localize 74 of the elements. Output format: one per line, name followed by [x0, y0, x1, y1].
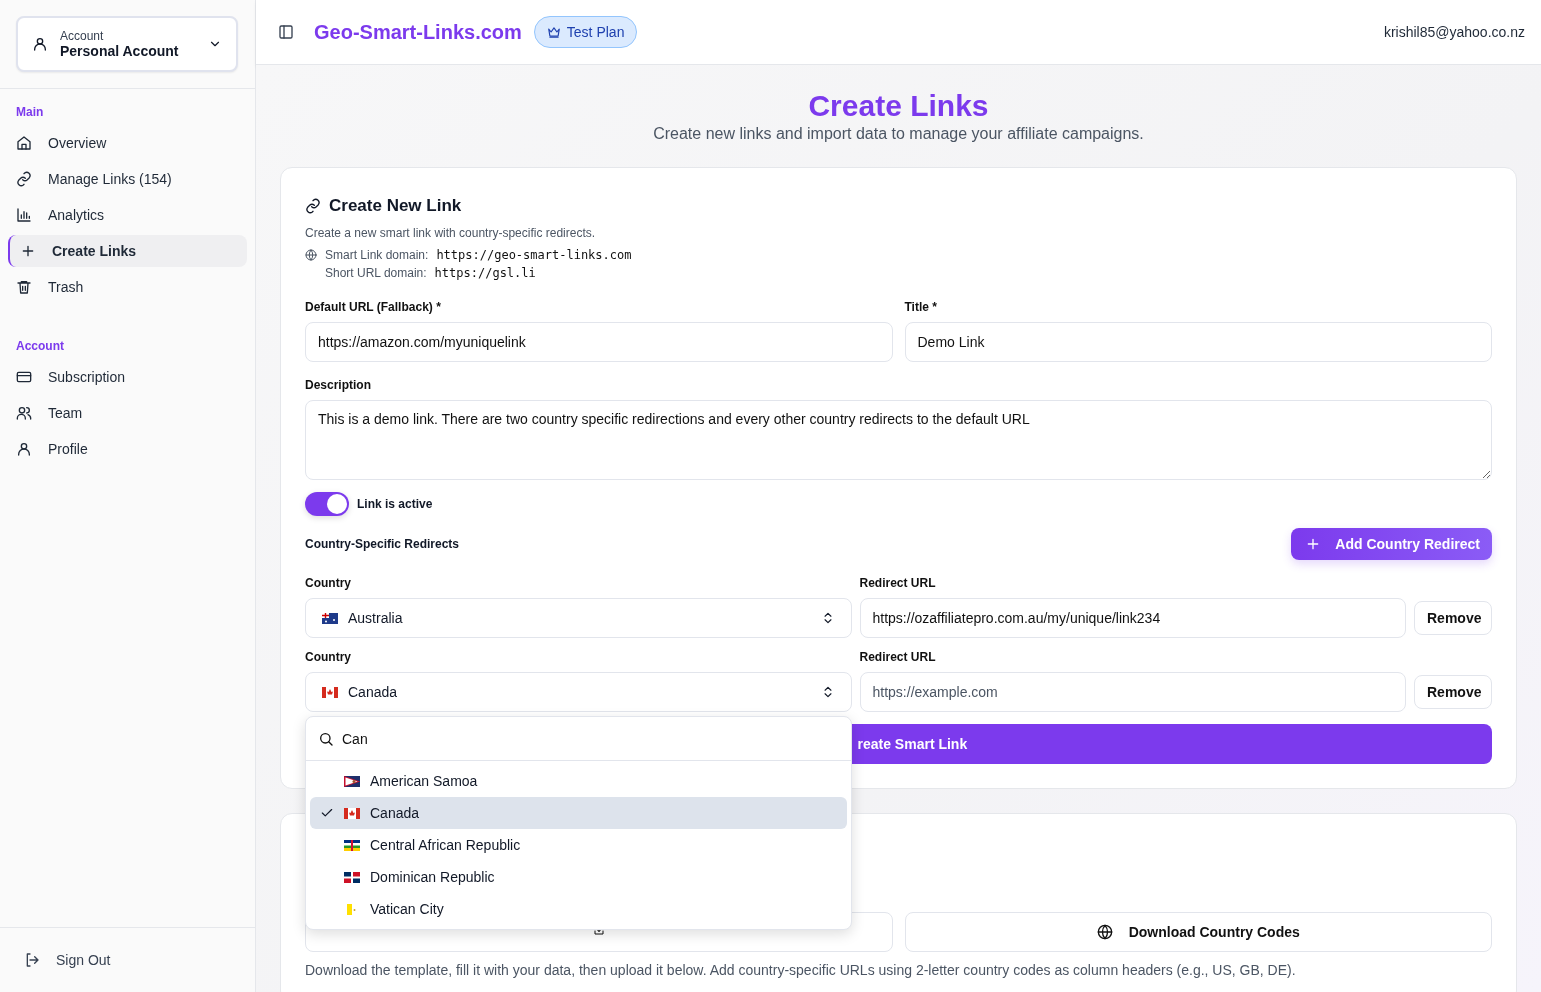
users-icon — [16, 405, 32, 421]
country-option[interactable]: Central African Republic — [310, 829, 847, 861]
link-icon — [16, 171, 32, 187]
field-label: Country — [305, 576, 352, 590]
user-email: krishil85@yahoo.co.nz — [1383, 24, 1525, 40]
credit-card-icon — [16, 369, 32, 385]
field-label: Country — [305, 650, 352, 664]
sidebar-item[interactable]: Overview — [8, 127, 247, 159]
sidebar-item[interactable]: Trash — [8, 271, 247, 303]
trash-icon — [16, 279, 32, 295]
card-description: Create a new smart link with country-specific redirects. — [305, 226, 597, 240]
globe-icon — [1096, 924, 1113, 940]
field-label: Description — [305, 378, 372, 392]
country-option[interactable]: Vatican City — [310, 893, 847, 925]
country-option[interactable]: American Samoa — [310, 765, 847, 797]
domain-value: https://geo-smart-links.com — [436, 248, 632, 262]
bar-chart-icon — [16, 207, 32, 223]
domain-label: Smart Link domain: — [325, 248, 429, 262]
flag-icon — [344, 871, 360, 883]
home-icon — [16, 135, 32, 151]
flag-icon — [344, 839, 360, 851]
sidebar-item[interactable]: Team — [8, 397, 247, 429]
add-country-redirect-button[interactable]: Add Country Redirect — [1291, 528, 1492, 560]
globe-icon — [305, 249, 317, 261]
domain-value: https://gsl.li — [434, 266, 536, 280]
check-icon — [320, 806, 334, 820]
account-switcher[interactable]: Account Personal Account — [16, 16, 238, 72]
flag-icon — [322, 686, 338, 698]
redirect-url-field[interactable]: https://example.com — [859, 672, 1406, 712]
field-label: Redirect URL — [859, 650, 937, 664]
import-help-text: Download the template, fill it with your data, then upload it below. Add country-specific URLs using 2-letter country codes as column headers (e.g., US, GB, DE). — [305, 962, 1297, 978]
section-heading: Account — [15, 338, 65, 355]
sign-out-icon — [24, 952, 40, 968]
default-url-field[interactable]: https://amazon.com/myuniquelink — [305, 322, 893, 362]
sidebar-item[interactable]: Subscription — [8, 361, 247, 393]
link-icon — [305, 198, 321, 214]
flag-icon — [344, 807, 360, 819]
sidebar-item[interactable]: Manage Links (154) — [8, 163, 247, 195]
download-codes-button[interactable]: Download Country Codes — [904, 912, 1492, 952]
section-label: Country-Specific Redirects — [305, 537, 460, 551]
section-heading: Main — [15, 104, 45, 121]
remove-button[interactable]: Remove — [1414, 675, 1492, 709]
user-icon — [32, 36, 48, 52]
remove-button[interactable]: Remove — [1414, 601, 1492, 635]
country-select[interactable]: Canada — [305, 672, 852, 712]
field-label: Default URL (Fallback) * — [305, 300, 442, 314]
country-select[interactable]: Australia — [305, 598, 852, 638]
user-icon — [16, 441, 32, 457]
active-toggle[interactable] — [305, 492, 349, 516]
field-label: Redirect URL — [859, 576, 937, 590]
crown-icon — [546, 25, 561, 39]
title-field[interactable]: Demo Link — [904, 322, 1492, 362]
search-icon — [318, 730, 334, 747]
sidebar-item[interactable]: Profile — [8, 433, 247, 465]
country-option[interactable]: Canada — [310, 797, 847, 829]
sidebar-toggle-icon[interactable] — [278, 24, 294, 40]
card-title: Create New Link — [329, 196, 462, 216]
brand-title: Geo-Smart-Links.com — [314, 20, 522, 44]
domain-label: Short URL domain: — [325, 266, 427, 280]
plan-badge: Test Plan — [533, 16, 638, 48]
country-option[interactable]: Dominican Republic — [310, 861, 847, 893]
country-search-field[interactable]: Can — [342, 730, 368, 747]
page-subtitle: Create new links and import data to manage your affiliate campaigns. — [652, 125, 1145, 143]
toggle-label: Link is active — [357, 497, 433, 511]
flag-icon — [344, 775, 360, 787]
redirect-url-field[interactable]: https://ozaffiliatepro.com.au/my/unique/link234 — [859, 598, 1406, 638]
sidebar-item[interactable]: Create Links — [8, 235, 247, 267]
sidebar-item[interactable]: Analytics — [8, 199, 247, 231]
plus-icon — [20, 243, 36, 259]
flag-icon — [322, 612, 338, 624]
sign-out-button[interactable]: Sign Out — [0, 927, 255, 992]
field-label: Title * — [904, 300, 938, 314]
page-title: Create Links — [807, 89, 990, 123]
description-field[interactable]: This is a demo link. There are two country specific redirections and every other country redirects to the default URL — [305, 400, 1492, 480]
